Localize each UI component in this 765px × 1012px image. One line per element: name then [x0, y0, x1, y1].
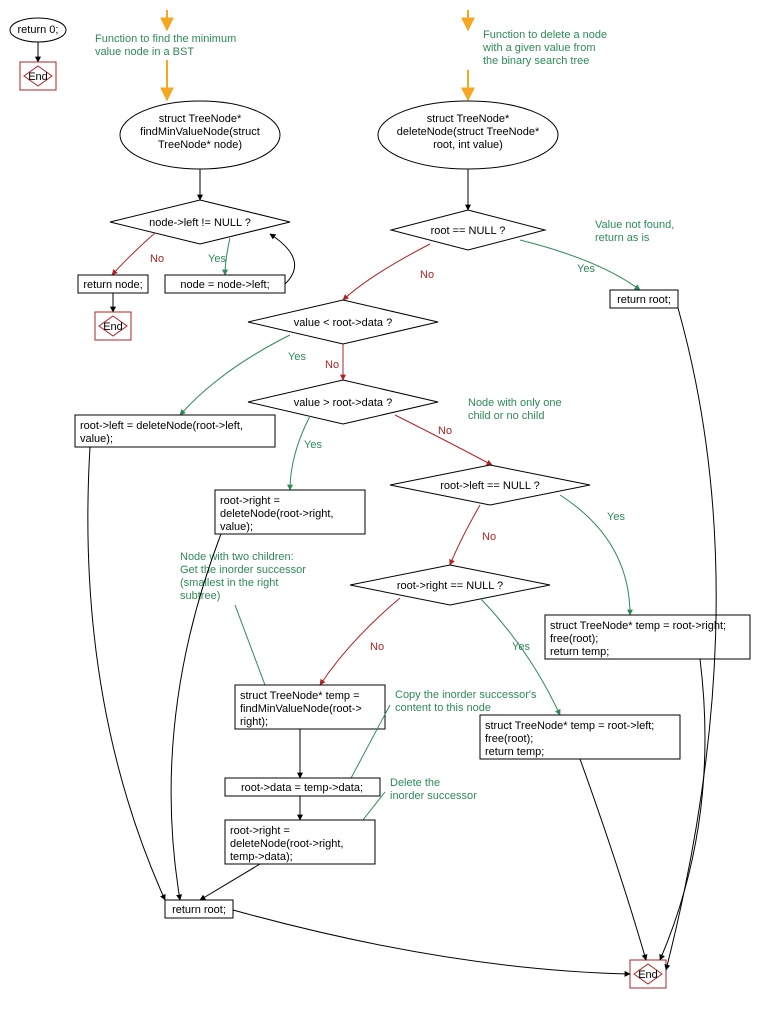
findmin-flow: Function to find the minimum value node …	[78, 10, 295, 340]
del-succ-l3: right);	[240, 716, 268, 728]
del-right-l1: root->right =	[220, 495, 280, 507]
del-tl-l2: free(root);	[485, 733, 533, 745]
del-onech-c2: child or no child	[468, 410, 544, 422]
del-succ-l2: findMinValueNode(root->	[240, 703, 362, 715]
del-delsucc-l2: deleteNode(root->right,	[230, 838, 343, 850]
del-tr-l3: return temp;	[550, 646, 609, 658]
del-cond-lnull: root->left == NULL ?	[440, 480, 540, 492]
del-sig-l1: struct TreeNode*	[427, 113, 510, 125]
del-succ-l1: struct TreeNode* temp =	[240, 690, 360, 702]
del-copydata: root->data = temp->data;	[241, 782, 363, 794]
findmin-comment-l2: value node in a BST	[95, 46, 194, 58]
del-onech-c1: Node with only one	[468, 397, 562, 409]
del-cond-null: root == NULL ?	[431, 225, 506, 237]
findmin-assign: node = node->left;	[180, 279, 269, 291]
del-rnull-yes: Yes	[512, 641, 530, 653]
del-lnull-yes: Yes	[607, 511, 625, 523]
del-cond-rnull: root->right == NULL ?	[397, 580, 503, 592]
del-null-no: No	[420, 269, 434, 281]
del-tl-l3: return temp;	[485, 746, 544, 758]
del-null-yes: Yes	[577, 263, 595, 275]
del-left-l1: root->left = deleteNode(root->left,	[80, 420, 243, 432]
del-ret-root: return root;	[172, 904, 226, 916]
end-1-text: End	[28, 71, 48, 83]
del-right-l3: value);	[220, 521, 253, 533]
del-nf-c2: return as is	[595, 232, 650, 244]
findmin-sig-l2: findMinValueNode(struct	[140, 126, 260, 138]
del-tl-l1: struct TreeNode* temp = root->left;	[485, 720, 654, 732]
del-delsucc-c2: inorder successor	[390, 790, 477, 802]
findmin-sig-l1: struct TreeNode*	[159, 113, 242, 125]
del-twoc-c1: Node with two children:	[180, 551, 294, 563]
delete-end-node: End	[630, 960, 666, 988]
del-delsucc-c1: Delete the	[390, 777, 440, 789]
del-delsucc-l3: temp->data);	[230, 851, 293, 863]
del-tr-l2: free(root);	[550, 633, 598, 645]
del-copy-c1: Copy the inorder successor's	[395, 689, 537, 701]
del-gt-no: No	[438, 425, 452, 437]
return-0-text: return 0;	[18, 24, 59, 36]
findmin-comment-l1: Function to find the minimum	[95, 33, 236, 45]
findmin-cond: node->left != NULL ?	[149, 217, 251, 229]
del-tr-l1: struct TreeNode* temp = root->right;	[550, 620, 726, 632]
del-copy-c2: content to this node	[395, 702, 491, 714]
del-lnull-no: No	[482, 531, 496, 543]
del-sig-l2: deleteNode(struct TreeNode*	[397, 126, 540, 138]
del-cond-lt: value < root->data ?	[294, 317, 392, 329]
del-right-l2: deleteNode(root->right,	[220, 508, 333, 520]
del-rnull-no: No	[370, 641, 384, 653]
del-delsucc-l1: root->right =	[230, 825, 290, 837]
del-gt-yes: Yes	[304, 439, 322, 451]
findmin-yes: Yes	[208, 253, 226, 265]
findmin-sig-l3: TreeNode* node)	[158, 139, 242, 151]
del-twoc-c3: (smallest in the right	[180, 577, 278, 589]
findmin-ret: return node;	[83, 279, 142, 291]
del-sig-l3: root, int value)	[433, 139, 503, 151]
del-end: End	[638, 969, 658, 981]
del-nf-c1: Value not found,	[595, 219, 674, 231]
del-lt-yes: Yes	[288, 351, 306, 363]
findmin-no: No	[150, 253, 164, 265]
del-comment-l3: the binary search tree	[483, 55, 589, 67]
del-comment-l1: Function to delete a node	[483, 29, 607, 41]
del-lt-no: No	[325, 359, 339, 371]
del-ret-nf: return root;	[617, 294, 671, 306]
flowchart-canvas: return 0; End Function to find the minim…	[0, 0, 765, 1012]
del-left-l2: value);	[80, 433, 113, 445]
del-cond-gt: value > root->data ?	[294, 397, 392, 409]
del-comment-l2: with a given value from	[482, 42, 596, 54]
del-twoc-c2: Get the inorder successor	[180, 564, 306, 576]
findmin-end: End	[103, 321, 123, 333]
return-0-block: return 0; End	[10, 18, 66, 90]
